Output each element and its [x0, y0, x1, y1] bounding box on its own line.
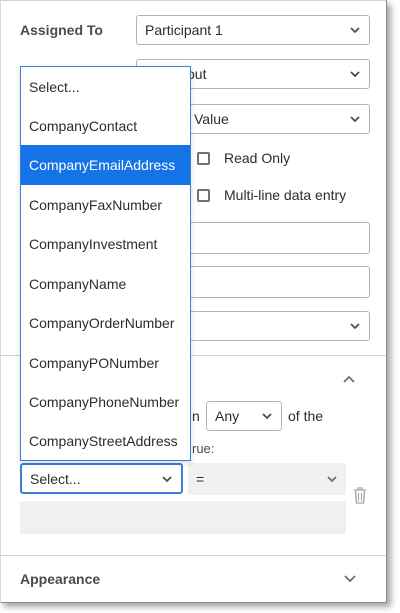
trash-icon[interactable]	[352, 486, 368, 504]
multiline-checkbox[interactable]	[197, 188, 210, 202]
condition-field-value: Select...	[30, 470, 81, 487]
field-dropdown-menu: Select... CompanyContact CompanyEmailAdd…	[20, 66, 191, 461]
multiline-row[interactable]: Multi-line data entry	[197, 187, 346, 203]
appearance-label[interactable]: Appearance	[20, 571, 100, 587]
dropdown-item[interactable]: CompanyContact	[21, 106, 190, 146]
dropdown-item[interactable]: CompanyPhoneNumber	[21, 382, 190, 422]
chevron-down-icon	[349, 113, 361, 125]
condition-text-line2: rue:	[192, 441, 215, 456]
condition-operator-select[interactable]: =	[188, 463, 346, 495]
read-only-label: Read Only	[224, 150, 291, 166]
chevron-down-icon	[349, 320, 361, 332]
multiline-label: Multi-line data entry	[224, 187, 347, 203]
chevron-down-icon	[261, 410, 273, 422]
condition-value-field[interactable]	[20, 501, 346, 534]
chevron-down-icon	[349, 24, 361, 36]
dropdown-item[interactable]: CompanyPONumber	[21, 343, 190, 383]
dropdown-item[interactable]: Select...	[21, 67, 190, 107]
condition-operator-value: =	[196, 471, 205, 487]
top-divider	[1, 0, 386, 1]
assigned-to-label: Assigned To	[20, 22, 103, 38]
any-all-value: Any	[215, 408, 240, 424]
read-only-checkbox[interactable]	[197, 151, 210, 165]
dropdown-item[interactable]: CompanyName	[21, 264, 190, 304]
chevron-down-icon	[326, 473, 338, 485]
assigned-to-select[interactable]: Participant 1	[136, 15, 370, 45]
read-only-row[interactable]: Read Only	[197, 150, 290, 166]
condition-text-after: of the	[288, 408, 324, 424]
dropdown-item[interactable]: CompanyFaxNumber	[21, 185, 190, 225]
condition-field-select[interactable]: Select...	[20, 463, 183, 494]
dropdown-item[interactable]: CompanyStreetAddress	[21, 421, 190, 461]
dropdown-item-selected[interactable]: CompanyEmailAddress	[21, 145, 190, 185]
any-all-select[interactable]: Any	[206, 401, 282, 431]
assigned-to-value: Participant 1	[145, 22, 223, 38]
properties-panel: Assigned To Participant 1 out l Value Re…	[0, 0, 387, 603]
appearance-divider	[1, 555, 386, 556]
chevron-down-icon	[161, 473, 173, 485]
chevron-up-icon[interactable]	[341, 372, 357, 388]
dropdown-item[interactable]: CompanyInvestment	[21, 224, 190, 264]
condition-text-before: n	[192, 408, 200, 424]
chevron-down-icon	[349, 68, 361, 80]
chevron-down-icon[interactable]	[342, 570, 358, 586]
dropdown-item[interactable]: CompanyOrderNumber	[21, 303, 190, 343]
